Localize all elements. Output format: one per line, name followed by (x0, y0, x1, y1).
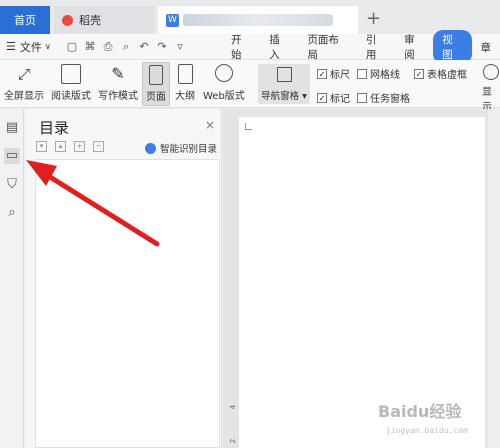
smart-toc-label: 智能识别目录 (160, 144, 218, 155)
toc-icon[interactable]: ▭ (4, 148, 20, 164)
checkbox-checked-icon: ✓ (317, 68, 327, 79)
tab-docer-label: 稻壳 (79, 14, 101, 27)
add-icon[interactable]: + (74, 141, 85, 152)
file-menu-label: 文件 (19, 40, 42, 54)
tab-chapter[interactable]: 章 (472, 40, 500, 55)
globe-icon (214, 64, 233, 82)
tab-active-document[interactable]: W (158, 6, 358, 34)
undo-icon[interactable]: ↶ (138, 40, 150, 53)
tab-start[interactable]: 开始 (222, 32, 260, 62)
search-icon[interactable]: ⌕ (4, 205, 20, 221)
checkbox-group-3: ✓ 表格虚框 (414, 66, 467, 90)
tab-page-layout[interactable]: 页面布局 (298, 32, 356, 62)
nav-pane-button[interactable]: 导航窗格 ▾ (258, 64, 310, 104)
checkbox-checked-icon: ✓ (317, 92, 327, 103)
checkbox-unchecked-icon (357, 92, 367, 103)
tab-docer[interactable]: 稻壳 (54, 6, 154, 34)
checkbox-checked-icon: ✓ (414, 68, 424, 79)
smart-toc-icon (145, 142, 156, 154)
fullscreen-button[interactable]: ⤢ 全屏显示 (4, 64, 44, 102)
gridlines-checkbox[interactable]: 网格线 (357, 66, 410, 81)
book-icon (61, 64, 81, 84)
nav-pane-icon (276, 67, 292, 82)
marks-label: 标记 (330, 94, 350, 105)
checkbox-group-1: ✓ 标尺 ✓ 标记 (317, 66, 350, 114)
nav-pane-label: 导航窗格 ▾ (261, 91, 307, 102)
tab-view[interactable]: 视图 (433, 30, 472, 64)
tab-review[interactable]: 审阅 (395, 32, 433, 62)
format-painter-icon[interactable]: ⌘ (84, 40, 96, 53)
page-view-button[interactable]: 页面 (142, 62, 170, 106)
file-menu[interactable]: ☰ 文件 ∨ (0, 39, 62, 55)
tab-bar: 首页 稻壳 W + (0, 0, 500, 34)
table-gridlines-checkbox[interactable]: ✓ 表格虚框 (414, 66, 467, 81)
quick-access-toolbar: ▢ ⌘ ⎙ ⌕ ↶ ↷ ▿ (66, 40, 186, 54)
watermark-url: jingyan.baidu.com (386, 426, 468, 435)
print-preview-icon[interactable]: ⌕ (120, 40, 132, 54)
vertical-scrollbar[interactable] (488, 109, 500, 448)
reading-layout-label: 阅读版式 (51, 91, 91, 102)
web-layout-label: Web版式 (203, 91, 245, 102)
tab-home[interactable]: 首页 (0, 6, 50, 34)
task-pane-label: 任务窗格 (370, 94, 410, 105)
fullscreen-label: 全屏显示 (4, 91, 44, 102)
new-tab-plus-icon[interactable]: + (366, 8, 381, 29)
fullscreen-icon: ⤢ (17, 65, 30, 83)
chevron-down-icon: ∨ (44, 42, 51, 51)
save-icon[interactable]: ▢ (66, 40, 78, 53)
bookmark-icon[interactable]: ⛉ (4, 177, 20, 193)
redo-icon[interactable]: ↷ (156, 40, 168, 53)
smart-toc-button[interactable]: 智能识别目录 (145, 141, 217, 155)
docer-logo-icon (62, 14, 73, 26)
tab-insert[interactable]: 插入 (260, 32, 298, 62)
menu-row: ☰ 文件 ∨ ▢ ⌘ ⎙ ⌕ ↶ ↷ ▿ 开始 插入 页面布局 引用 审阅 视图… (0, 30, 500, 64)
print-icon[interactable]: ⎙ (102, 40, 114, 54)
outline-button[interactable]: 大纲 (175, 64, 195, 102)
ruler-number: 4 (229, 404, 238, 410)
pen-icon: ✎ (111, 64, 125, 83)
view-ribbon: ⤢ 全屏显示 阅读版式 ✎ 写作模式 页面 大纲 Web版式 导航窗格 ▾ ✓ 标… (0, 60, 500, 113)
writer-logo-icon: W (166, 13, 179, 27)
page-corner-mark (245, 123, 252, 130)
gridlines-label: 网格线 (370, 70, 400, 81)
document-icon[interactable]: ▤ (4, 120, 20, 136)
collapse-icon[interactable]: ▴ (55, 141, 66, 152)
table-gridlines-label: 表格虚框 (427, 70, 467, 81)
ruler-number: 2 (229, 438, 238, 444)
writing-mode-button[interactable]: ✎ 写作模式 (98, 64, 138, 102)
toc-pane: 目录 × ▾ ▴ + − 智能识别目录 (25, 109, 222, 448)
page-icon (149, 65, 163, 85)
tab-references[interactable]: 引用 (357, 32, 395, 62)
close-icon[interactable]: × (205, 118, 215, 132)
remove-icon[interactable]: − (93, 141, 104, 152)
outline-icon (177, 64, 193, 84)
ruler-checkbox[interactable]: ✓ 标尺 (317, 66, 350, 81)
blurred-document-title (183, 14, 333, 26)
task-pane-checkbox[interactable]: 任务窗格 (357, 90, 410, 105)
vertical-ruler (229, 109, 235, 448)
page-view-label: 页面 (146, 92, 166, 103)
ribbon-tabs: 开始 插入 页面布局 引用 审阅 视图 章 (222, 30, 500, 64)
left-sidebar-strip: ▤ ▭ ⛉ ⌕ (0, 109, 24, 448)
expand-icon[interactable]: ▾ (36, 141, 47, 152)
marks-checkbox[interactable]: ✓ 标记 (317, 90, 350, 105)
customize-chevron-icon[interactable]: ▿ (174, 40, 186, 53)
web-layout-button[interactable]: Web版式 (203, 64, 245, 102)
hamburger-icon: ☰ (6, 40, 16, 53)
reading-layout-button[interactable]: 阅读版式 (51, 64, 91, 102)
display-button[interactable]: 显示 (482, 64, 500, 113)
writing-mode-label: 写作模式 (98, 91, 138, 102)
checkbox-group-2: 网格线 任务窗格 (357, 66, 410, 114)
toc-title: 目录 (39, 119, 70, 137)
display-icon (483, 64, 499, 80)
outline-label: 大纲 (175, 91, 195, 102)
ruler-label: 标尺 (330, 70, 350, 81)
toc-list[interactable] (35, 159, 220, 448)
watermark-logo: Baidu经验 (378, 402, 462, 421)
checkbox-unchecked-icon (357, 68, 367, 79)
